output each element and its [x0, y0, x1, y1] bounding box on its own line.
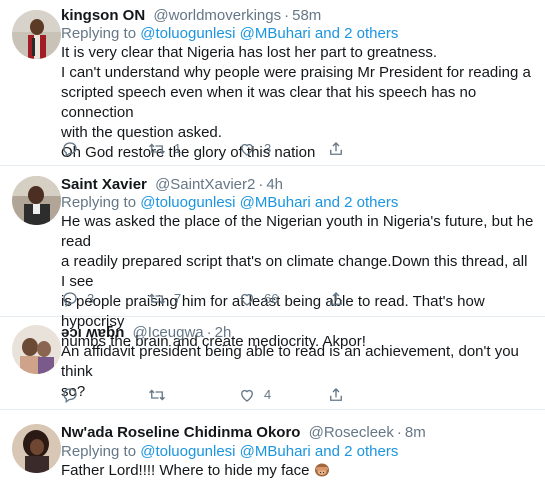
tweet[interactable]: Saint Xavier @SaintXavier2 · 4h Replying t… [0, 166, 545, 350]
tweet[interactable]: kingson ON @worldmoverkings · 58m Replying… [0, 0, 545, 166]
tweet[interactable]: Nw'ada Roseline Chidinma Okoro @Roseclee… [0, 410, 545, 489]
replying-label: Replying to [61, 25, 137, 42]
tweet[interactable]: ǝɔı ʍɐƃn @Iceugwa · 2h An affidavit presid… [0, 317, 545, 410]
separator-dot: · [206, 324, 212, 341]
separator-dot: · [258, 176, 264, 193]
share-icon [330, 142, 342, 155]
reply-icon [63, 142, 77, 158]
avatar[interactable] [12, 325, 61, 374]
replying-to-link[interactable]: @toluogunlesi @MBuhari and 2 others [140, 194, 398, 211]
reply-icon [63, 388, 77, 404]
reply-count: 3 [87, 291, 95, 306]
reply-icon [63, 292, 77, 308]
see-no-evil-monkey-icon [314, 463, 329, 477]
heart-icon [241, 143, 253, 156]
reply-button[interactable] [61, 386, 79, 404]
retweet-count: 1 [174, 141, 182, 156]
replying-to: Replying to @toluogunlesi @MBuhari and 2… [61, 442, 398, 462]
tweet-feed: kingson ON @worldmoverkings · 58m Replying… [0, 0, 545, 489]
tweet-line: An affidavit president being able to rea… [61, 343, 519, 380]
like-button[interactable]: 3 [238, 140, 271, 158]
author-name[interactable]: kingson ON [61, 7, 145, 24]
like-count: 66 [264, 291, 279, 306]
reply-button[interactable]: 3 [61, 290, 94, 308]
tweet-text: Father Lord!!!! Where to hide my face [61, 461, 535, 481]
like-button[interactable]: 66 [238, 290, 278, 308]
author-name[interactable]: Nw'ada Roseline Chidinma Okoro [61, 424, 300, 441]
tweet-line: I can't understand why people were prais… [61, 64, 531, 81]
retweet-icon [149, 389, 165, 401]
heart-icon [241, 293, 253, 306]
replying-label: Replying to [61, 194, 137, 211]
replying-to-link[interactable]: @toluogunlesi @MBuhari and 2 others [140, 25, 398, 42]
separator-dot: · [284, 7, 290, 24]
share-icon [330, 388, 342, 401]
retweet-button[interactable]: 1 [148, 140, 181, 158]
replying-to: Replying to @toluogunlesi @MBuhari and 2… [61, 24, 398, 44]
author-handle[interactable]: @worldmoverkings [153, 7, 281, 24]
tweet-line: Father Lord!!!! Where to hide my face [61, 462, 310, 479]
author-name[interactable]: ǝɔı ʍɐƃn [61, 324, 124, 341]
author-handle[interactable]: @Iceugwa [133, 324, 204, 341]
tweet-line: scripted speech even when it was clear t… [61, 84, 477, 121]
timestamp[interactable]: 4h [266, 176, 283, 193]
timestamp[interactable]: 58m [292, 7, 321, 24]
tweet-actions: 4 [61, 386, 521, 406]
tweet-line: a readily prepared script that's on clim… [61, 253, 528, 290]
tweet-actions: 1 3 [61, 140, 521, 160]
retweet-icon [149, 143, 165, 155]
author-name[interactable]: Saint Xavier [61, 176, 147, 193]
author-handle[interactable]: @Rosecleek [309, 424, 394, 441]
tweet-line: It is very clear that Nigeria has lost h… [61, 44, 438, 61]
author-handle[interactable]: @SaintXavier2 [155, 176, 255, 193]
retweet-button[interactable] [148, 386, 166, 404]
timestamp[interactable]: 2h [215, 324, 232, 341]
replying-to: Replying to @toluogunlesi @MBuhari and 2… [61, 193, 398, 213]
separator-dot: · [396, 424, 402, 441]
share-button[interactable] [327, 140, 345, 158]
tweet-actions: 3 7 66 [61, 290, 521, 310]
timestamp[interactable]: 8m [405, 424, 426, 441]
share-icon [330, 292, 342, 305]
like-count: 3 [264, 141, 272, 156]
share-button[interactable] [327, 386, 345, 404]
tweet-line: He was asked the place of the Nigerian y… [61, 213, 534, 250]
retweet-icon [149, 293, 165, 305]
retweet-count: 7 [174, 291, 182, 306]
retweet-button[interactable]: 7 [148, 290, 181, 308]
avatar[interactable] [12, 176, 61, 225]
avatar[interactable] [12, 424, 61, 473]
heart-icon [241, 389, 253, 402]
avatar[interactable] [12, 10, 61, 59]
like-count: 4 [264, 387, 272, 402]
replying-to-link[interactable]: @toluogunlesi @MBuhari and 2 others [140, 443, 398, 460]
replying-label: Replying to [61, 443, 137, 460]
like-button[interactable]: 4 [238, 386, 271, 404]
reply-button[interactable] [61, 140, 79, 158]
share-button[interactable] [327, 290, 345, 308]
